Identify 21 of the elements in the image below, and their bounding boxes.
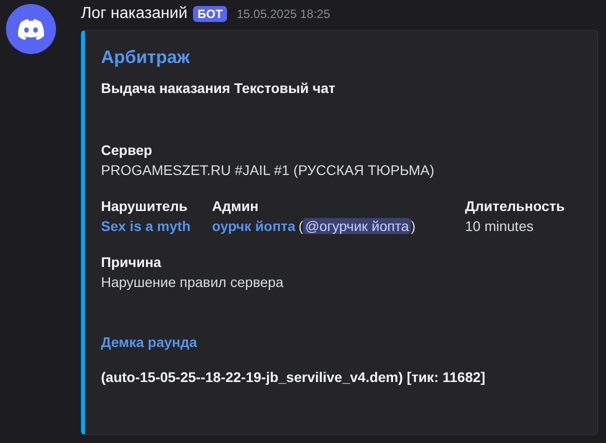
field-name: Длительность xyxy=(465,198,566,214)
user-mention[interactable]: @огурчик йопта xyxy=(303,218,411,234)
user-link[interactable]: Sex is a myth xyxy=(101,218,190,234)
user-link[interactable]: оурчк йопта xyxy=(212,218,296,234)
embed-description: Выдача наказания Текстовый чат xyxy=(101,80,336,96)
field-name: Нарушитель xyxy=(101,198,188,214)
avatar-icon xyxy=(6,4,56,54)
timestamp: 15.05.2025 18:25 xyxy=(236,7,330,21)
field-name: Админ xyxy=(212,198,260,214)
field-value: Нарушение правил сервера xyxy=(101,274,284,290)
field-name[interactable]: Демка раунда xyxy=(101,334,581,350)
bot-tag: БОТ xyxy=(193,6,227,22)
field-value: (auto-15-05-25--18-22-19-jb_servilive_v4.dem) [тик: 11682] xyxy=(101,369,486,385)
field-value: ( xyxy=(298,218,304,234)
field-value: PROGAMESZET.RU #JAIL #1 (РУССКАЯ ТЮРЬМА) xyxy=(101,162,434,178)
author-name[interactable]: Лог наказаний xyxy=(81,5,188,23)
embed-title: Арбитраж xyxy=(101,47,191,68)
field-value: 10 minutes xyxy=(465,218,534,234)
field-name: Сервер xyxy=(101,142,154,158)
field-value: ) xyxy=(410,218,416,234)
field-name: Причина xyxy=(101,254,162,270)
